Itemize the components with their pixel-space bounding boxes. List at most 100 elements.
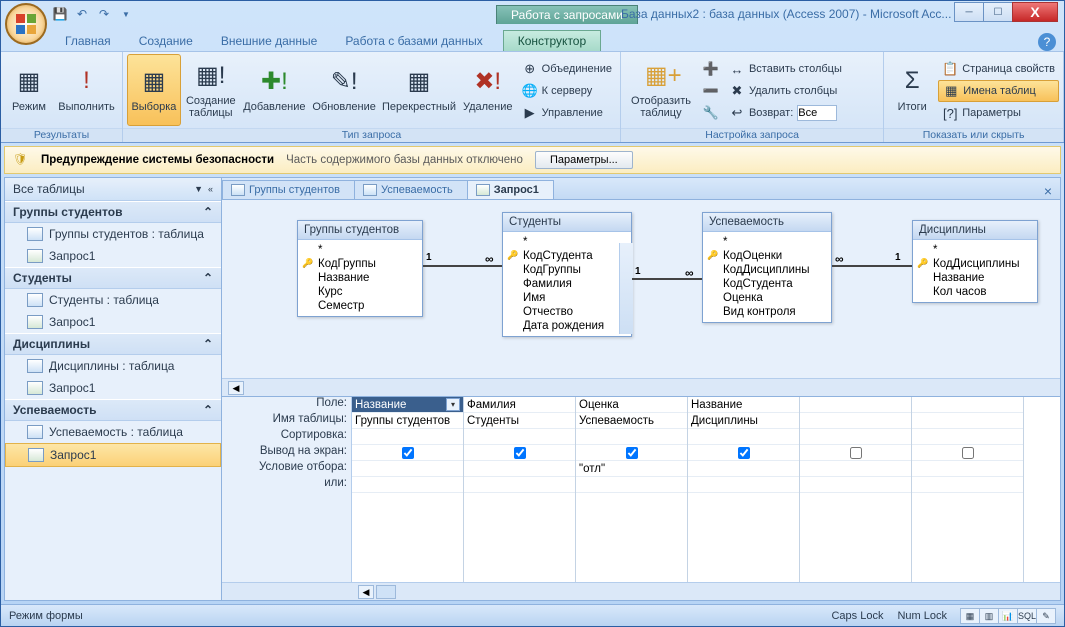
- or-cell[interactable]: [912, 477, 1023, 493]
- sort-cell[interactable]: [912, 429, 1023, 445]
- union-button[interactable]: ⊕Объединение: [518, 58, 616, 80]
- tab-design[interactable]: Конструктор: [503, 30, 601, 51]
- grid-hscroll[interactable]: ◀: [222, 582, 1060, 600]
- propertysheet-button[interactable]: 📋Страница свойств: [938, 58, 1059, 80]
- criteria-cell[interactable]: [688, 461, 799, 477]
- nav-item-table[interactable]: Успеваемость : таблица: [5, 421, 221, 443]
- grid-column-6[interactable]: [912, 397, 1024, 582]
- table-box-grades[interactable]: Успеваемость * КодОценки КодДисциплины К…: [702, 212, 832, 323]
- table-cell[interactable]: Успеваемость: [576, 413, 687, 429]
- show-checkbox[interactable]: [626, 447, 638, 459]
- minimize-button[interactable]: ─: [954, 2, 984, 22]
- field-cell[interactable]: [800, 397, 911, 413]
- builder-button[interactable]: 🔧: [699, 102, 723, 124]
- help-button[interactable]: ?: [1038, 33, 1056, 51]
- passthrough-button[interactable]: 🌐К серверу: [518, 80, 616, 102]
- show-cell[interactable]: [576, 445, 687, 461]
- sort-cell[interactable]: [688, 429, 799, 445]
- show-cell[interactable]: [352, 445, 463, 461]
- nav-item-query-selected[interactable]: Запрос1: [5, 443, 221, 467]
- dropdown-icon[interactable]: ▾: [446, 398, 460, 411]
- nav-group-1[interactable]: Группы студентов⌃: [5, 201, 221, 223]
- criteria-cell[interactable]: [912, 461, 1023, 477]
- select-query-button[interactable]: ▦ Выборка: [127, 54, 181, 126]
- tab-database[interactable]: Работа с базами данных: [331, 31, 496, 51]
- table-cell[interactable]: [800, 413, 911, 429]
- criteria-cell[interactable]: [352, 461, 463, 477]
- table-cell[interactable]: Дисциплины: [688, 413, 799, 429]
- parameters-button[interactable]: [?]Параметры: [938, 102, 1059, 124]
- scrollbar[interactable]: [619, 243, 633, 334]
- redo-icon[interactable]: ↷: [95, 5, 113, 23]
- view-sql-button[interactable]: SQL: [1017, 608, 1037, 624]
- nav-item-table[interactable]: Дисциплины : таблица: [5, 355, 221, 377]
- nav-group-2[interactable]: Студенты⌃: [5, 267, 221, 289]
- view-design-button[interactable]: ✎: [1036, 608, 1056, 624]
- maketable-button[interactable]: ▦! Создание таблицы: [183, 54, 239, 126]
- grid-column-1[interactable]: Название▾ Группы студентов: [352, 397, 464, 582]
- save-icon[interactable]: 💾: [51, 5, 69, 23]
- tablenames-button[interactable]: ▦Имена таблиц: [938, 80, 1059, 102]
- table-cell[interactable]: Студенты: [464, 413, 575, 429]
- field-cell[interactable]: Оценка: [576, 397, 687, 413]
- criteria-cell[interactable]: "отл": [576, 461, 687, 477]
- datadefinition-button[interactable]: ▶Управление: [518, 102, 616, 124]
- view-button[interactable]: ▦ Режим: [5, 54, 53, 126]
- showtable-button[interactable]: ▦+ Отобразить таблицу: [625, 54, 697, 126]
- tab-home[interactable]: Главная: [51, 31, 125, 51]
- sort-cell[interactable]: [464, 429, 575, 445]
- view-datasheet-button[interactable]: ▦: [960, 608, 980, 624]
- view-chart-button[interactable]: 📊: [998, 608, 1018, 624]
- nav-group-3[interactable]: Дисциплины⌃: [5, 333, 221, 355]
- close-tab-button[interactable]: ×: [1036, 183, 1060, 199]
- scroll-left-icon[interactable]: ◀: [228, 381, 244, 395]
- totals-button[interactable]: Σ Итоги: [888, 54, 936, 126]
- tab-create[interactable]: Создание: [125, 31, 207, 51]
- table-box-groups[interactable]: Группы студентов * КодГруппы Название Ку…: [297, 220, 423, 317]
- close-button[interactable]: X: [1012, 2, 1058, 22]
- horizontal-scroll[interactable]: ◀: [222, 378, 1060, 396]
- show-cell[interactable]: [688, 445, 799, 461]
- field-cell[interactable]: Название: [688, 397, 799, 413]
- scroll-left-icon[interactable]: ◀: [358, 585, 374, 599]
- nav-group-4[interactable]: Успеваемость⌃: [5, 399, 221, 421]
- grid-column-4[interactable]: Название Дисциплины: [688, 397, 800, 582]
- nav-item-table[interactable]: Группы студентов : таблица: [5, 223, 221, 245]
- nav-item-query[interactable]: Запрос1: [5, 311, 221, 333]
- nav-item-query[interactable]: Запрос1: [5, 245, 221, 267]
- show-cell[interactable]: [800, 445, 911, 461]
- or-cell[interactable]: [800, 477, 911, 493]
- table-box-students[interactable]: Студенты * КодСтудента КодГруппы Фамилия…: [502, 212, 632, 337]
- doc-tab[interactable]: Группы студентов: [222, 180, 355, 199]
- scroll-thumb[interactable]: [376, 585, 396, 599]
- show-checkbox[interactable]: [514, 447, 526, 459]
- show-cell[interactable]: [912, 445, 1023, 461]
- table-box-subjects[interactable]: Дисциплины * КодДисциплины Название Кол …: [912, 220, 1038, 303]
- show-checkbox[interactable]: [738, 447, 750, 459]
- delete-button[interactable]: ✖! Удаление: [460, 54, 516, 126]
- undo-icon[interactable]: ↶: [73, 5, 91, 23]
- relationship-line[interactable]: [832, 265, 912, 267]
- maximize-button[interactable]: ☐: [983, 2, 1013, 22]
- show-checkbox[interactable]: [402, 447, 414, 459]
- update-button[interactable]: ✎! Обновление: [310, 54, 378, 126]
- sort-cell[interactable]: [800, 429, 911, 445]
- or-cell[interactable]: [576, 477, 687, 493]
- field-cell[interactable]: [912, 397, 1023, 413]
- criteria-cell[interactable]: [800, 461, 911, 477]
- office-button[interactable]: [5, 3, 47, 45]
- return-input[interactable]: [797, 105, 837, 121]
- grid-column-2[interactable]: Фамилия Студенты: [464, 397, 576, 582]
- show-checkbox[interactable]: [962, 447, 974, 459]
- run-button[interactable]: ! Выполнить: [55, 54, 118, 126]
- sort-cell[interactable]: [352, 429, 463, 445]
- nav-header[interactable]: Все таблицы ▼ «: [5, 178, 221, 201]
- qat-dropdown-icon[interactable]: ▼: [117, 5, 135, 23]
- deleterows-button[interactable]: ➖: [699, 80, 723, 102]
- deletecols-button[interactable]: ✖Удалить столбцы: [725, 80, 846, 102]
- doc-tab[interactable]: Успеваемость: [354, 180, 468, 199]
- nav-item-table[interactable]: Студенты : таблица: [5, 289, 221, 311]
- table-cell[interactable]: [912, 413, 1023, 429]
- insertrows-button[interactable]: ➕: [699, 58, 723, 80]
- view-pivot-button[interactable]: ▥: [979, 608, 999, 624]
